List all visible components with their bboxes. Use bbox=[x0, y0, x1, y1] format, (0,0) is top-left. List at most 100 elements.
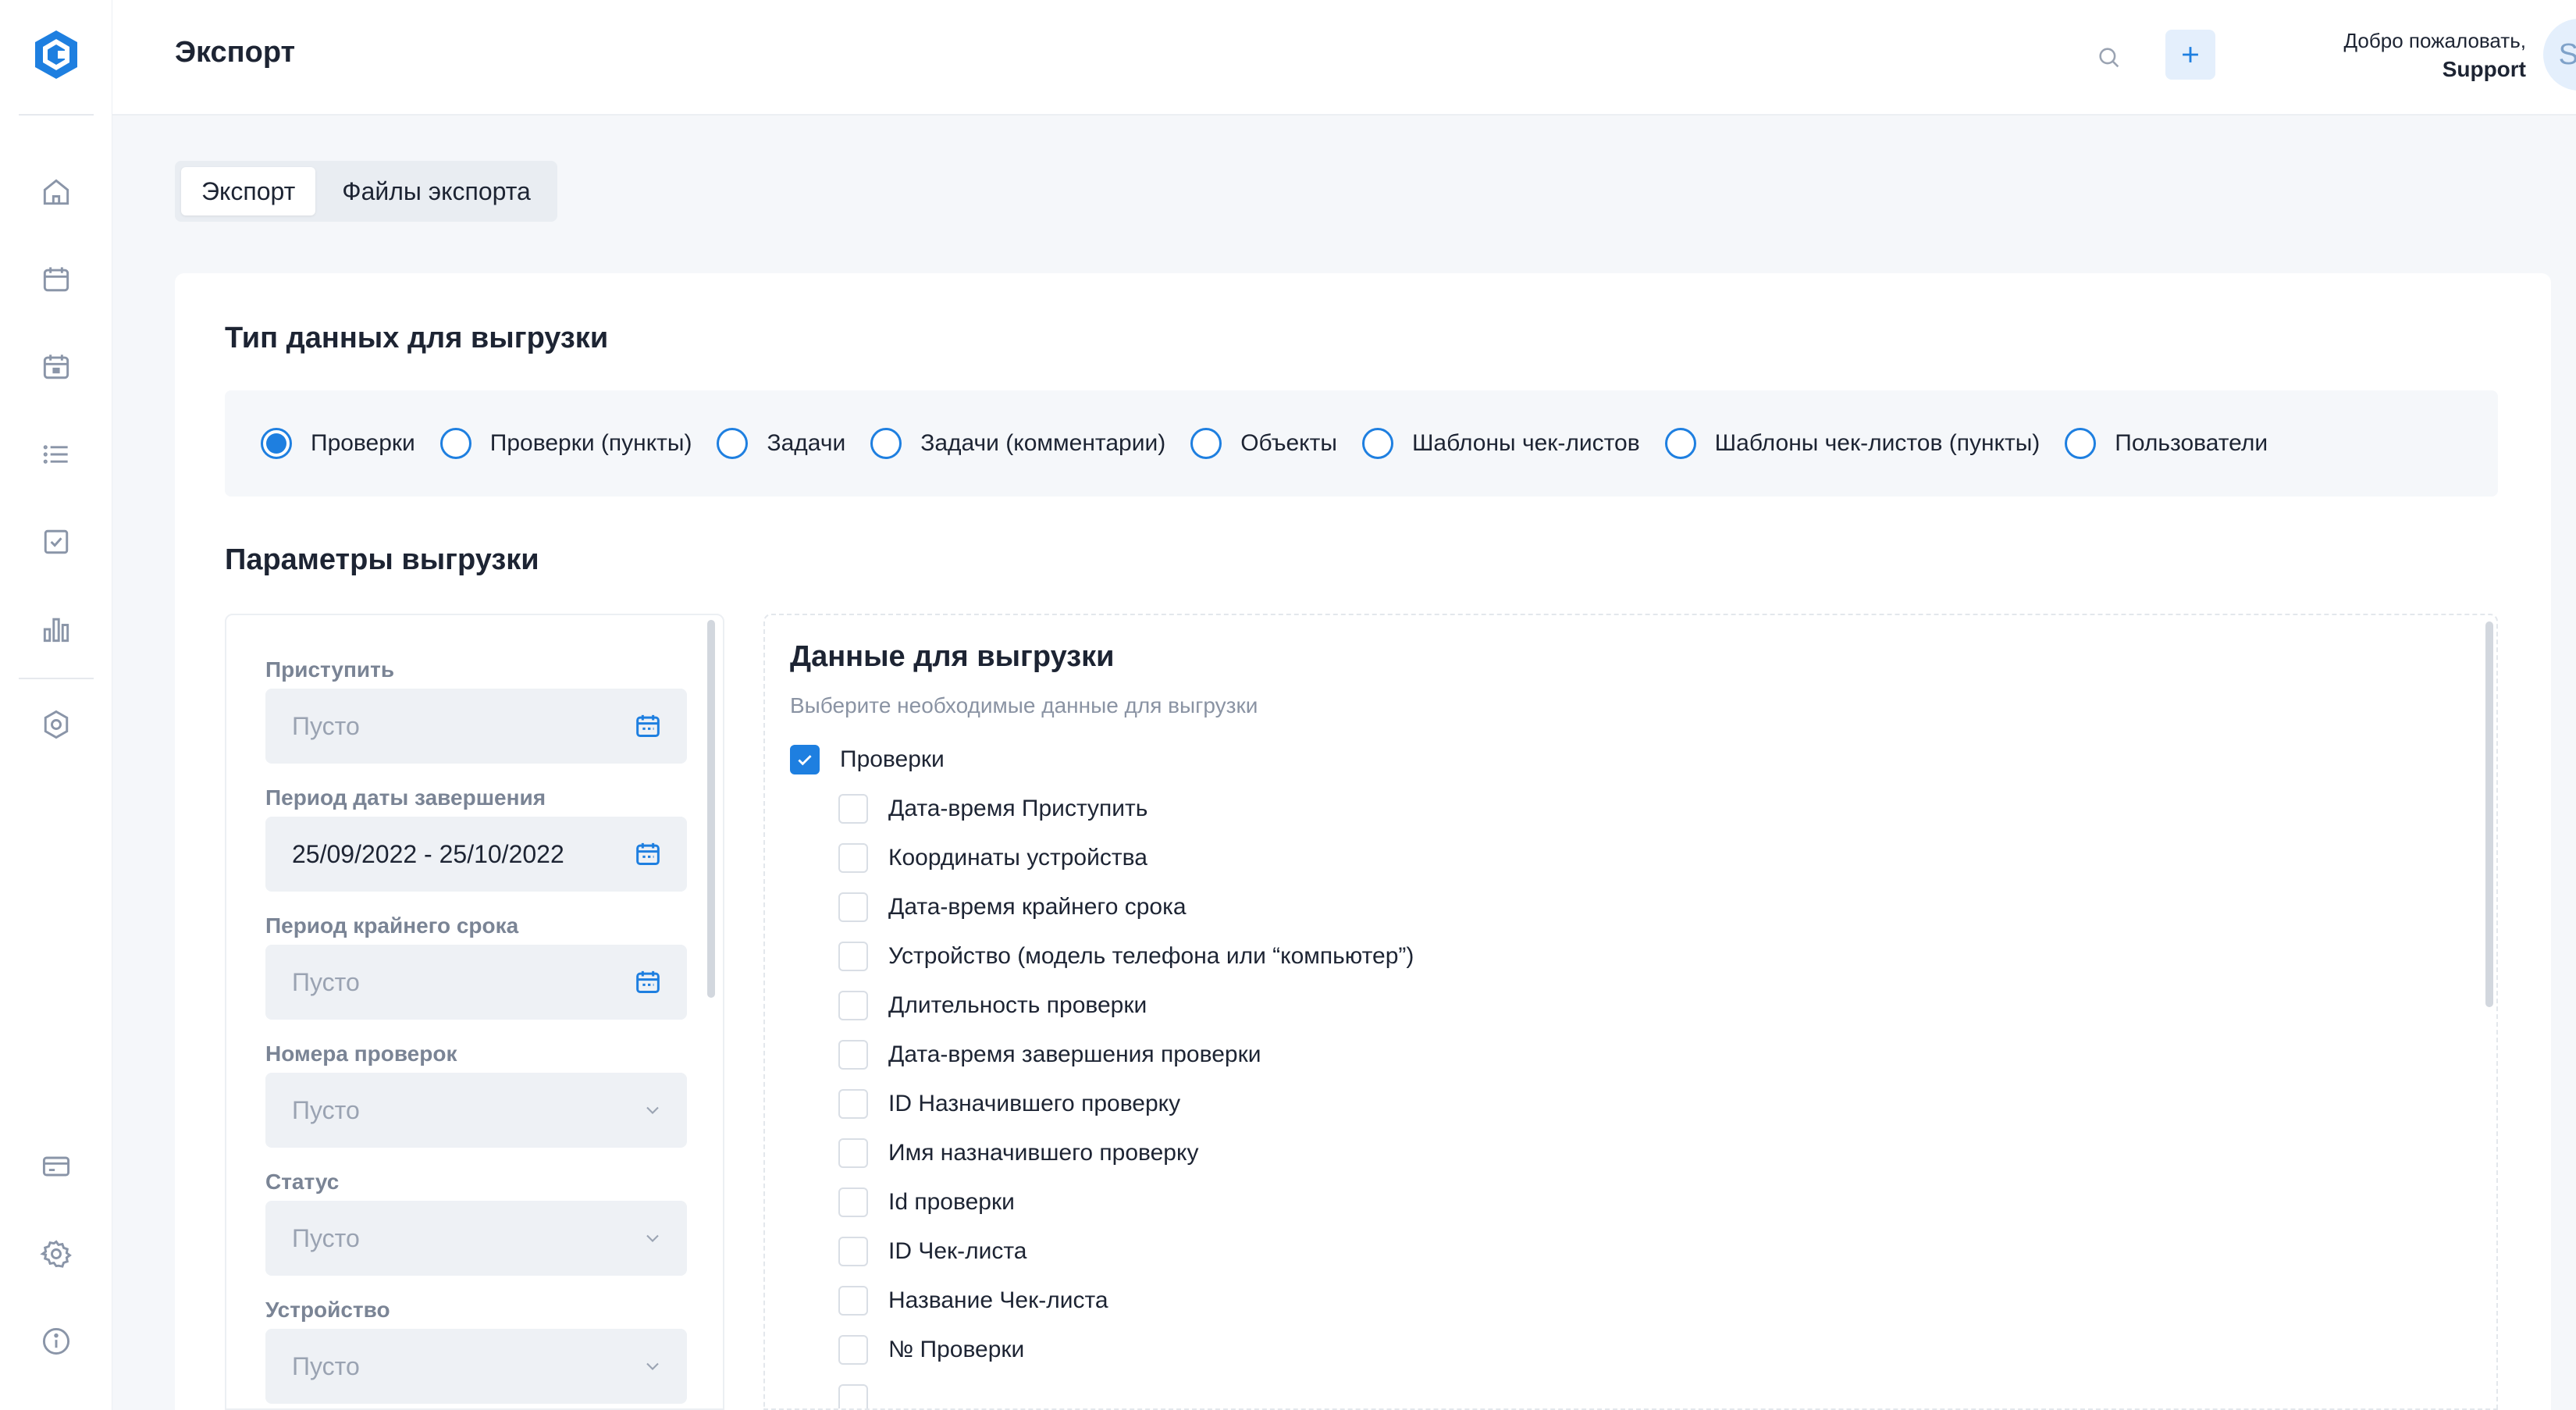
gear-icon bbox=[40, 1240, 72, 1268]
radio-button[interactable] bbox=[439, 428, 471, 459]
sidebar-divider bbox=[19, 114, 94, 116]
avatar[interactable]: SU bbox=[2543, 19, 2576, 91]
sidebar-item-settings[interactable] bbox=[34, 1232, 78, 1276]
checkbox[interactable] bbox=[838, 892, 868, 922]
checkbox[interactable] bbox=[790, 745, 820, 774]
radio-option[interactable]: Проверки bbox=[261, 428, 415, 459]
radio-option[interactable]: Пользователи bbox=[2065, 428, 2268, 459]
radio-label: Проверки bbox=[311, 430, 415, 456]
checkbox-row[interactable]: Название Чек-листа bbox=[838, 1286, 1108, 1316]
checkbox-label: Дата-время крайнего срока bbox=[888, 894, 1187, 920]
radio-option[interactable]: Шаблоны чек-листов (пункты) bbox=[1664, 428, 2040, 459]
field-value: 25/09/2022 - 25/10/2022 bbox=[292, 839, 564, 868]
add-button[interactable] bbox=[2165, 30, 2215, 80]
checkbox[interactable] bbox=[838, 843, 868, 873]
checkbox[interactable] bbox=[838, 991, 868, 1020]
completion-period-field[interactable]: 25/09/2022 - 25/10/2022 bbox=[265, 817, 687, 892]
checkbox-row[interactable]: Дата-время крайнего срока bbox=[838, 892, 1187, 922]
radio-button[interactable] bbox=[870, 428, 902, 459]
radio-button[interactable] bbox=[261, 428, 292, 459]
checkbox[interactable] bbox=[838, 1040, 868, 1070]
sidebar-item-schedule[interactable] bbox=[34, 345, 78, 389]
checkbox-row[interactable]: ID Чек-листа bbox=[838, 1237, 1026, 1266]
data-fields-title: Данные для выгрузки bbox=[790, 640, 1115, 673]
checkbox-label: Проверки bbox=[840, 746, 945, 772]
checkbox-row[interactable]: ID Назначившего проверку bbox=[838, 1089, 1180, 1119]
checkbox-label: Дата-время Приступить bbox=[888, 796, 1148, 821]
radio-button[interactable] bbox=[1664, 428, 1696, 459]
deadline-period-field[interactable]: Пусто bbox=[265, 945, 687, 1020]
sidebar-item-info[interactable] bbox=[34, 1319, 78, 1363]
calendar-icon bbox=[636, 842, 660, 865]
data-fields-scrollbar[interactable] bbox=[2485, 621, 2493, 1007]
filter-label-completion: Период даты завершения bbox=[265, 785, 546, 810]
radio-button[interactable] bbox=[2065, 428, 2097, 459]
inspection-numbers-select[interactable]: Пусто bbox=[265, 1073, 687, 1148]
export-card: Тип данных для выгрузки Проверки Проверк… bbox=[175, 273, 2551, 1410]
filter-label-device: Устройство bbox=[265, 1298, 390, 1322]
device-select[interactable]: Пусто bbox=[265, 1329, 687, 1404]
chevron-down-icon bbox=[646, 1106, 659, 1114]
checkbox-row[interactable]: Длительность проверки bbox=[838, 991, 1147, 1020]
checkbox-row[interactable]: Дата-время завершения проверки bbox=[838, 1040, 1261, 1070]
checkbox[interactable] bbox=[838, 1286, 868, 1316]
sidebar-item-home[interactable] bbox=[34, 170, 78, 214]
tab-export-files[interactable]: Файлы экспорта bbox=[322, 167, 551, 215]
field-value: Пусто bbox=[292, 1351, 360, 1380]
checkbox[interactable] bbox=[838, 1335, 868, 1365]
radio-option[interactable]: Шаблоны чек-листов bbox=[1361, 428, 1640, 459]
radio-button[interactable] bbox=[1361, 428, 1393, 459]
checkbox-row[interactable]: Координаты устройства bbox=[838, 843, 1147, 873]
hexagon-icon bbox=[44, 710, 69, 739]
sidebar-item-analytics[interactable] bbox=[34, 607, 78, 651]
sidebar-item-list[interactable] bbox=[34, 433, 78, 476]
checkbox[interactable] bbox=[838, 1187, 868, 1217]
checkbox[interactable] bbox=[838, 1384, 868, 1408]
tab-export[interactable]: Экспорт bbox=[181, 167, 316, 215]
checkbox-row-parent[interactable]: Проверки bbox=[790, 745, 945, 774]
checkbox[interactable] bbox=[838, 1089, 868, 1119]
sidebar-item-calendar[interactable] bbox=[34, 258, 78, 301]
radio-option[interactable]: Задачи bbox=[717, 428, 845, 459]
brand-logo-icon[interactable] bbox=[30, 28, 83, 81]
checkbox[interactable] bbox=[838, 942, 868, 971]
start-date-field[interactable]: Пусто bbox=[265, 689, 687, 764]
page-title: Экспорт bbox=[175, 36, 296, 69]
checkbox-row-partial[interactable] bbox=[838, 1384, 888, 1408]
checkbox-label: Длительность проверки bbox=[888, 992, 1147, 1018]
plus-icon bbox=[2183, 47, 2198, 62]
checkbox-icon bbox=[44, 529, 69, 554]
status-select[interactable]: Пусто bbox=[265, 1201, 687, 1276]
checkbox-row[interactable]: Устройство (модель телефона или “компьют… bbox=[838, 942, 1414, 971]
radio-label: Пользователи bbox=[2115, 430, 2268, 456]
radio-option[interactable]: Задачи (комментарии) bbox=[870, 428, 1165, 459]
radio-button[interactable] bbox=[1190, 428, 1222, 459]
sidebar bbox=[0, 0, 112, 1410]
field-value: Пусто bbox=[292, 1223, 360, 1252]
sidebar-item-objects[interactable] bbox=[34, 703, 78, 746]
radio-option[interactable]: Объекты bbox=[1190, 428, 1337, 459]
checkbox-row[interactable]: № Проверки bbox=[838, 1335, 1024, 1365]
data-type-options: Проверки Проверки (пункты) Задачи Задачи… bbox=[225, 390, 2498, 497]
checkbox[interactable] bbox=[838, 1237, 868, 1266]
info-icon bbox=[42, 1327, 70, 1355]
filters-scrollbar[interactable] bbox=[707, 620, 715, 998]
check-icon bbox=[798, 755, 812, 766]
checkbox[interactable] bbox=[838, 794, 868, 824]
checkbox-row[interactable]: Id проверки bbox=[838, 1187, 1015, 1217]
sidebar-item-billing[interactable] bbox=[34, 1145, 78, 1188]
top-header: Экспорт Добро пожаловать, Support SU bbox=[112, 0, 2576, 116]
radio-option[interactable]: Проверки (пункты) bbox=[439, 428, 692, 459]
search-icon bbox=[2099, 48, 2119, 68]
calendar-icon bbox=[636, 970, 660, 993]
checkbox-label: Дата-время завершения проверки bbox=[888, 1041, 1261, 1067]
sidebar-divider bbox=[19, 678, 94, 679]
list-icon bbox=[43, 445, 68, 464]
checkbox-row[interactable]: Дата-время Приступить bbox=[838, 794, 1147, 824]
checkbox-row[interactable]: Имя назначившего проверку bbox=[838, 1138, 1198, 1168]
radio-button[interactable] bbox=[717, 428, 749, 459]
checkbox[interactable] bbox=[838, 1138, 868, 1168]
sidebar-item-checks[interactable] bbox=[34, 520, 78, 564]
search-button[interactable] bbox=[2087, 36, 2131, 80]
user-name: Support bbox=[2442, 57, 2526, 81]
